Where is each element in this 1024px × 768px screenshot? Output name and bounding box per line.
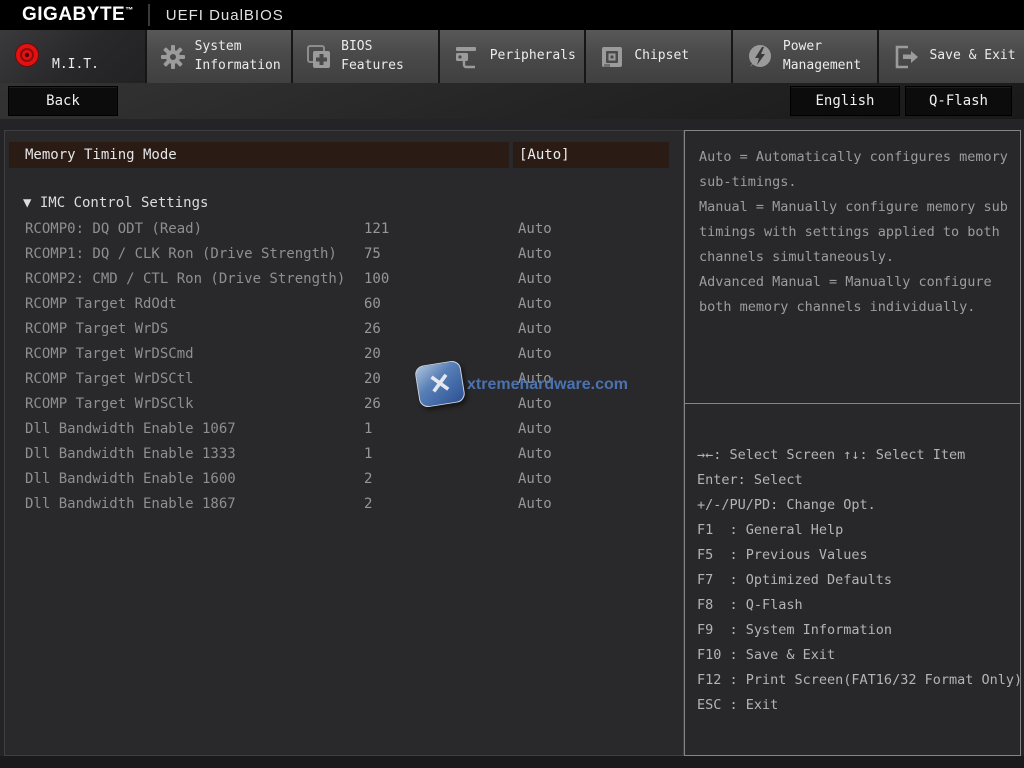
setting-row[interactable]: RCOMP2: CMD / CTL Ron (Drive Strength) 1… [5,267,683,292]
setting-label: RCOMP Target WrDS [25,321,168,337]
setting-mode: Auto [518,221,552,237]
setting-row[interactable]: Dll Bandwidth Enable 1867 2 Auto [5,492,683,517]
setting-value: 60 [364,296,381,312]
key-legend-text: →←: Select Screen ↑↓: Select Item Enter:… [697,443,1016,718]
setting-label: Dll Bandwidth Enable 1333 [25,446,236,462]
setting-value: 20 [364,371,381,387]
titlebar-divider [148,4,150,26]
setting-label: RCOMP1: DQ / CLK Ron (Drive Strength) [25,246,337,262]
tab-save-exit[interactable]: Save & Exit [879,30,1024,83]
setting-row[interactable]: Dll Bandwidth Enable 1067 1 Auto [5,417,683,442]
back-button[interactable]: Back [8,86,118,116]
lightning-icon [746,43,774,71]
setting-mode: Auto [518,296,552,312]
exit-door-icon [892,44,920,70]
setting-label: Dll Bandwidth Enable 1067 [25,421,236,437]
setting-mode: Auto [518,321,552,337]
setting-mode: Auto [518,446,552,462]
gear-icon [160,44,186,70]
setting-mode: Auto [518,471,552,487]
settings-panel: Memory Timing Mode [Auto] ▼ IMC Control … [4,130,684,756]
setting-label: RCOMP2: CMD / CTL Ron (Drive Strength) [25,271,345,287]
tab-label: Power Management [783,38,861,76]
setting-value: 1 [364,421,372,437]
tab-peripherals[interactable]: Peripherals [440,30,587,83]
setting-value: 26 [364,321,381,337]
setting-row[interactable]: RCOMP Target WrDS 26 Auto [5,317,683,342]
setting-row[interactable]: RCOMP1: DQ / CLK Ron (Drive Strength) 75… [5,242,683,267]
setting-label: RCOMP Target WrDSCmd [25,346,194,362]
gigabyte-logo: GIGABYTE™ [22,4,134,26]
setting-row[interactable]: RCOMP Target WrDSCmd 20 Auto [5,342,683,367]
language-button[interactable]: English [790,86,900,116]
tab-label: M.I.T. [52,56,99,75]
key-legend-box: →←: Select Screen ↑↓: Select Item Enter:… [685,405,1020,718]
setting-row[interactable]: RCOMP Target RdOdt 60 Auto [5,292,683,317]
setting-value: 75 [364,246,381,262]
setting-row[interactable]: Dll Bandwidth Enable 1333 1 Auto [5,442,683,467]
setting-value: 20 [364,346,381,362]
tab-label: System Information [195,38,281,76]
setting-mode: Auto [518,246,552,262]
tab-mit[interactable]: M.I.T. [0,30,147,83]
settings-rows: RCOMP0: DQ ODT (Read) 121 Auto RCOMP1: D… [5,217,683,517]
setting-value: 26 [364,396,381,412]
toolbar: Back English Q-Flash [0,83,1024,119]
setting-mode: Auto [518,346,552,362]
peripheral-icon [453,44,481,70]
chip-icon [599,44,625,70]
product-name: UEFI DualBIOS [166,7,284,24]
setting-value: 1 [364,446,372,462]
setting-label: RCOMP Target WrDSCtl [25,371,194,387]
selected-setting-label[interactable]: Memory Timing Mode [9,142,509,168]
tab-label: Save & Exit [929,47,1015,66]
setting-row[interactable]: RCOMP Target WrDSCtl 20 Auto [5,367,683,392]
help-description-text: Auto = Automatically configures memory s… [699,145,1012,320]
title-bar: GIGABYTE™ UEFI DualBIOS [0,0,1024,30]
mit-icon [13,42,43,72]
tab-power-management[interactable]: Power Management [733,30,880,83]
setting-value: 100 [364,271,389,287]
setting-value: 2 [364,471,372,487]
tab-bar: M.I.T. [0,30,1024,83]
tab-label: Chipset [634,47,689,66]
setting-mode: Auto [518,396,552,412]
setting-mode: Auto [518,421,552,437]
setting-mode: Auto [518,371,552,387]
setting-label: Dll Bandwidth Enable 1600 [25,471,236,487]
setting-label: RCOMP Target RdOdt [25,296,177,312]
setting-row[interactable]: RCOMP Target WrDSClk 26 Auto [5,392,683,417]
trademark-symbol: ™ [125,6,134,15]
folder-plus-icon [306,44,332,70]
qflash-button[interactable]: Q-Flash [905,86,1012,116]
setting-label: Dll Bandwidth Enable 1867 [25,496,236,512]
section-header[interactable]: ▼ IMC Control Settings [23,195,208,211]
setting-value: 2 [364,496,372,512]
setting-mode: Auto [518,271,552,287]
setting-row[interactable]: Dll Bandwidth Enable 1600 2 Auto [5,467,683,492]
tab-label: BIOS Features [341,38,404,76]
setting-mode: Auto [518,496,552,512]
footer-strip [0,756,1024,768]
setting-row[interactable]: RCOMP0: DQ ODT (Read) 121 Auto [5,217,683,242]
tab-chipset[interactable]: Chipset [586,30,733,83]
help-description-box: Auto = Automatically configures memory s… [685,131,1020,404]
tab-label: Peripherals [490,47,576,66]
help-panel: Auto = Automatically configures memory s… [684,130,1021,756]
setting-value: 121 [364,221,389,237]
tab-system-information[interactable]: System Information [147,30,294,83]
tab-bios-features[interactable]: BIOS Features [293,30,440,83]
setting-label: RCOMP Target WrDSClk [25,396,194,412]
selected-setting-value[interactable]: [Auto] [513,142,669,168]
setting-label: RCOMP0: DQ ODT (Read) [25,221,202,237]
